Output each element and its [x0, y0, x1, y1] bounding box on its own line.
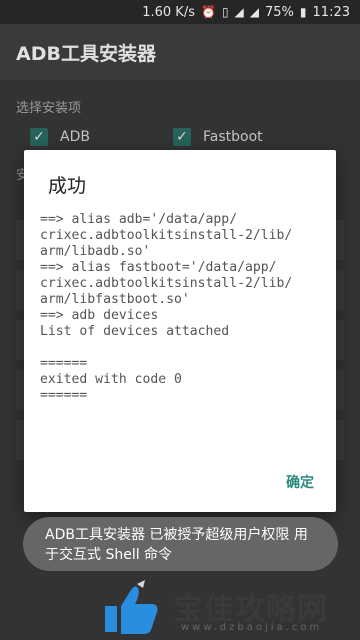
watermark-url: www.dzbaojia.com — [181, 622, 323, 633]
app-bar: ADB工具安装器 — [0, 24, 360, 80]
fastboot-checkbox[interactable]: ✓ — [173, 128, 191, 146]
install-options-label: 选择安装项 — [16, 101, 82, 116]
app-title: ADB工具安装器 — [16, 42, 156, 65]
watermark: 宝佳攻略网 www.dzbaojia.com — [95, 570, 360, 640]
dialog-title: 成功 — [48, 175, 87, 197]
option-adb-label: ADB — [60, 129, 90, 145]
toast-message: ADB工具安装器 已被授予超级用户权限 用于交互式 Shell 命令 — [23, 517, 338, 571]
network-speed: 1.60 K/s — [142, 4, 195, 20]
command-output: ==> alias adb='/data/app/ crixec.adbtool… — [40, 212, 293, 403]
battery-icon: ▮ — [299, 5, 307, 19]
success-dialog: 成功 ==> alias adb='/data/app/ crixec.adbt… — [24, 150, 336, 512]
adb-checkbox[interactable]: ✓ — [30, 128, 48, 146]
option-adb[interactable]: ✓ ADB — [30, 128, 90, 146]
clock: 11:23 — [312, 4, 350, 20]
wifi-icon: ◢ — [234, 5, 244, 19]
status-bar: 1.60 K/s ⏰ ▯ ◢ ◢ 75% ▮ 11:23 — [0, 0, 360, 24]
option-fastboot-label: Fastboot — [203, 129, 263, 145]
thumbs-up-logo-icon — [105, 580, 158, 634]
option-fastboot[interactable]: ✓ Fastboot — [173, 128, 263, 146]
vibrate-icon: ▯ — [221, 5, 229, 19]
signal-icon: ◢ — [249, 5, 260, 19]
ok-button[interactable]: 确定 — [282, 470, 318, 494]
battery-percent: 75% — [265, 4, 294, 20]
alarm-icon: ⏰ — [200, 5, 216, 19]
